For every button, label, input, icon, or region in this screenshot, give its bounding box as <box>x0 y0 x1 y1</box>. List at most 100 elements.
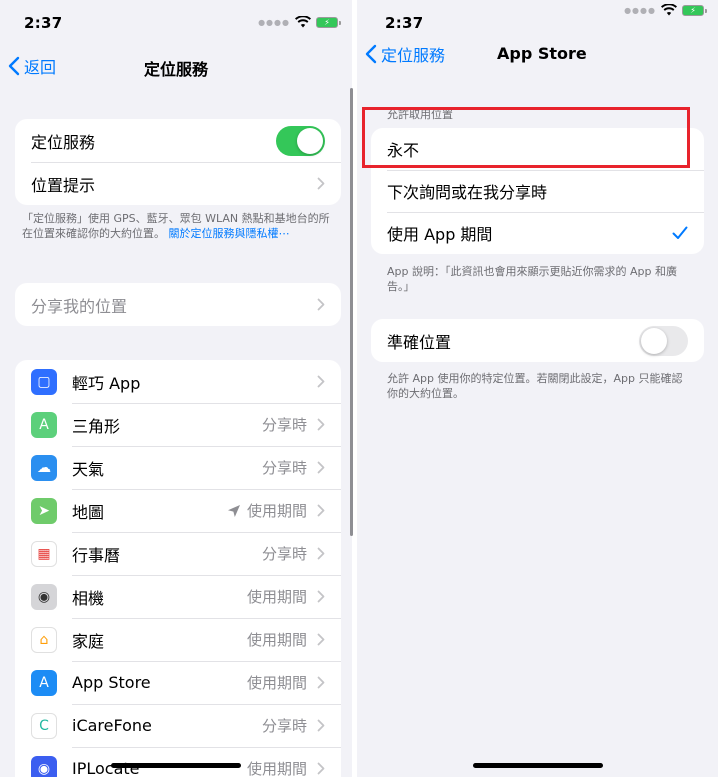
apps-list: ▢ 輕巧 App A 三角形 分享時 ☁ 天氣 分享時 ➤ 地圖 使用期間 ▦ 行事曆 分享時 ◉ 相機 使用期… <box>15 360 341 777</box>
app-permission-text: 使用期間 <box>246 502 307 520</box>
chevron-right-icon <box>317 298 325 311</box>
back-label: 定位服務 <box>381 46 446 65</box>
status-bar: 2:37 ●●●● ⚡ <box>357 0 718 40</box>
app-name: 行事曆 <box>72 545 121 565</box>
status-icons: ●●●● ⚡ <box>258 16 341 28</box>
precise-location-toggle[interactable] <box>639 325 688 356</box>
home-app-icon: ⌂ <box>31 626 57 653</box>
signal-icon: ●●●● <box>258 17 290 27</box>
app-store-icon: A <box>31 669 57 696</box>
share-location-label: 分享我的位置 <box>31 296 128 316</box>
wifi-icon <box>295 16 311 28</box>
precise-location-row: 準確位置 <box>371 319 704 362</box>
battery-icon: ⚡ <box>316 16 341 28</box>
app-permission-value: 分享時 <box>262 414 307 435</box>
scrollbar[interactable] <box>350 88 353 536</box>
red-highlight-box <box>362 107 690 168</box>
app-permission-value: 分享時 <box>262 715 307 736</box>
app-permission-value: 使用期間 <box>247 672 307 693</box>
app-permission-value: 使用期間 <box>247 586 307 607</box>
app-permission-text: 使用期間 <box>246 760 307 777</box>
app-row[interactable]: A App Store 使用期間 <box>15 661 341 704</box>
icarefone-app-icon: C <box>31 712 57 739</box>
app-permission-value: 使用期間 <box>247 758 307 777</box>
status-icons: ●●●● ⚡ <box>624 4 707 16</box>
triangle-app-icon: A <box>31 411 57 438</box>
app-name: iCareFone <box>72 716 152 735</box>
checkmark-icon <box>672 226 688 239</box>
chevron-right-icon <box>317 418 325 431</box>
wifi-icon <box>661 4 677 16</box>
app-row[interactable]: CiCareFone 分享時 <box>15 704 341 747</box>
app-name: 相機 <box>72 588 105 608</box>
camera-app-icon: ◉ <box>31 583 57 610</box>
app-row[interactable]: ⌂ 家庭 使用期間 <box>15 618 341 661</box>
back-button[interactable]: 定位服務 <box>365 42 445 66</box>
chevron-right-icon <box>317 633 325 646</box>
battery-icon: ⚡ <box>682 4 707 16</box>
location-services-label: 定位服務 <box>31 132 96 152</box>
app-permission-value: 使用期間 <box>247 629 307 650</box>
location-services-row: 定位服務 <box>15 119 341 162</box>
app-permission-text: 使用期間 <box>246 631 307 649</box>
chevron-right-icon <box>317 375 325 388</box>
app-name: App Store <box>72 673 151 692</box>
app-row[interactable]: ➤ 地圖 使用期間 <box>15 489 341 532</box>
share-location-row[interactable]: 分享我的位置 <box>15 283 341 326</box>
share-location-group: 分享我的位置 <box>15 283 341 326</box>
status-bar: 2:37 ●●●● ⚡ <box>0 0 352 40</box>
app-row[interactable]: ☁ 天氣 分享時 <box>15 446 341 489</box>
page-title: App Store <box>497 44 587 63</box>
app-permission-text: 分享時 <box>261 545 307 563</box>
location-option-label: 使用 App 期間 <box>387 225 493 244</box>
location-footnote: 「定位服務」使用 GPS、藍牙、眾包 WLAN 熱點和基地台的所在位置來確認你的… <box>22 211 334 241</box>
iplocate-app-icon: ◉ <box>31 755 57 777</box>
app-name: 輕巧 App <box>72 373 141 393</box>
home-indicator <box>473 763 603 768</box>
app-name: 三角形 <box>72 416 121 436</box>
app-permission-value: 使用期間 <box>227 500 307 521</box>
app-permission-text: 分享時 <box>261 717 307 735</box>
precise-location-group: 準確位置 <box>371 319 704 362</box>
precise-location-footnote: 允許 App 使用你的特定位置。若關閉此設定，App 只能確認你的大約位置。 <box>387 372 683 400</box>
app-permission-text: 分享時 <box>261 459 307 477</box>
shortcuts-app-icon: ▢ <box>31 368 57 395</box>
app-name: 天氣 <box>72 459 105 479</box>
precise-location-label: 準確位置 <box>387 332 452 352</box>
chevron-right-icon <box>317 676 325 689</box>
status-time: 2:37 <box>24 14 63 32</box>
chevron-right-icon <box>317 719 325 732</box>
app-row[interactable]: A 三角形 分享時 <box>15 403 341 446</box>
weather-app-icon: ☁ <box>31 454 57 481</box>
app-permission-text: 使用期間 <box>246 674 307 692</box>
location-alerts-row[interactable]: 位置提示 <box>15 162 341 205</box>
location-arrow-icon <box>227 504 240 517</box>
chevron-right-icon <box>317 590 325 603</box>
chevron-right-icon <box>317 504 325 517</box>
app-row[interactable]: ◉ 相機 使用期間 <box>15 575 341 618</box>
app-row[interactable]: ◉ IPLocate 使用期間 <box>15 747 341 777</box>
chevron-right-icon <box>317 177 325 190</box>
app-row[interactable]: ▦ 行事曆 分享時 <box>15 532 341 575</box>
location-option-label: 下次詢問或在我分享時 <box>387 183 548 202</box>
app-row[interactable]: ▢ 輕巧 App <box>15 360 341 403</box>
nav-bar: 定位服務 App Store <box>357 42 718 72</box>
app-permission-text: 使用期間 <box>246 588 307 606</box>
location-option-row[interactable]: 使用 App 期間 <box>371 212 704 254</box>
home-indicator <box>111 763 241 768</box>
app-explanation: App 說明：「此資訊也會用來顯示更貼近你需求的 App 和廣告。」 <box>387 265 677 293</box>
status-time: 2:37 <box>385 14 424 32</box>
chevron-right-icon <box>317 547 325 560</box>
location-option-row[interactable]: 下次詢問或在我分享時 <box>371 170 704 212</box>
privacy-link[interactable]: 關於定位服務與隱私權⋯ <box>169 227 290 240</box>
chevron-left-icon <box>365 44 377 64</box>
page-title: 定位服務 <box>143 60 208 79</box>
location-services-group: 定位服務 位置提示 <box>15 119 341 205</box>
location-alerts-label: 位置提示 <box>31 175 96 195</box>
location-services-screen: 2:37 ●●●● ⚡ 返回 定位服務 定位服務 位置提示 「定位服務」使用 G… <box>0 0 352 777</box>
location-services-toggle[interactable] <box>276 125 325 156</box>
app-permission-value: 分享時 <box>262 543 307 564</box>
app-name: 地圖 <box>72 502 105 522</box>
app-permission-text: 分享時 <box>261 416 307 434</box>
nav-bar: 返回 定位服務 <box>0 54 352 84</box>
